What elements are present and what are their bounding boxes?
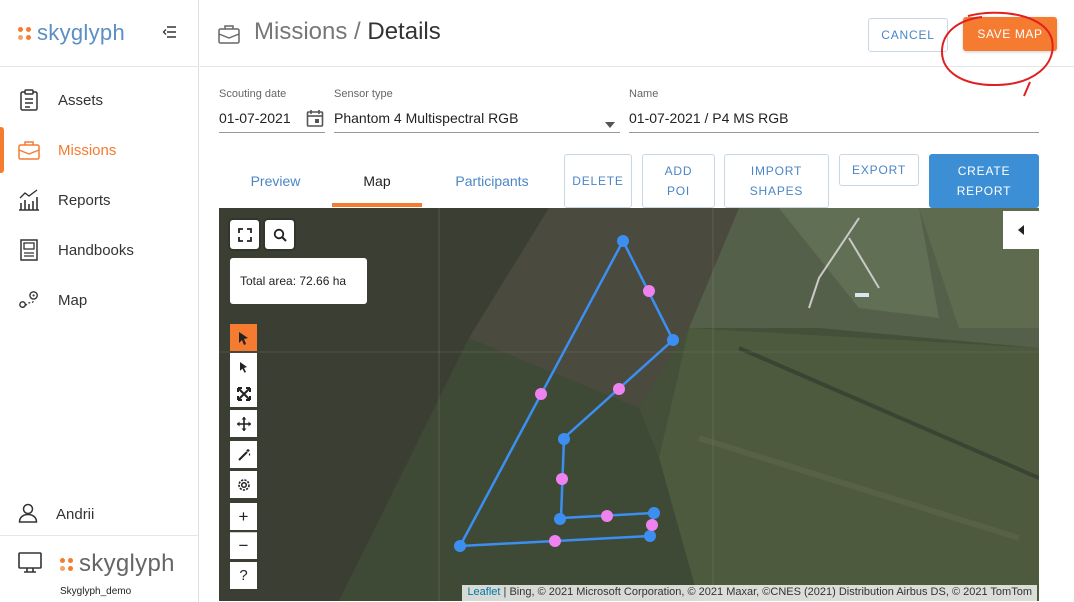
- search-icon: [273, 228, 287, 242]
- sidebar-logo: skyglyph: [0, 0, 198, 67]
- import-shapes-label-line2: SHAPES: [749, 184, 804, 198]
- sidebar-item-missions[interactable]: Missions: [0, 125, 198, 175]
- add-poi-button[interactable]: ADD POI: [642, 154, 715, 208]
- gear-icon: [237, 478, 250, 491]
- import-shapes-label-line1: IMPORT: [750, 164, 803, 178]
- page-header: Missions / Details CANCEL SAVE MAP: [200, 0, 1074, 67]
- logo-mark: [18, 26, 31, 40]
- briefcase-icon: [18, 139, 40, 161]
- scouting-date-label: Scouting date: [219, 88, 287, 100]
- export-button[interactable]: EXPORT: [839, 154, 919, 186]
- sensor-type-underline: [334, 132, 620, 133]
- tab-map[interactable]: Map: [332, 155, 422, 207]
- name-field[interactable]: 01-07-2021 / P4 MS RGB: [629, 110, 789, 126]
- zoom-out-label: −: [238, 536, 249, 555]
- cursor-icon: [238, 331, 248, 345]
- sidebar-item-assets[interactable]: Assets: [0, 75, 198, 125]
- bottom-brand: skyglyph Skyglyph_demo: [0, 540, 199, 602]
- user-name: Andrii: [56, 506, 95, 523]
- breadcrumb-parent[interactable]: Missions: [254, 18, 347, 45]
- fullscreen-icon: [237, 227, 252, 242]
- user-icon: [18, 503, 40, 527]
- logo-text: skyglyph: [79, 550, 175, 577]
- sidebar-item-map[interactable]: Map: [0, 275, 198, 325]
- create-report-button[interactable]: CREATE REPORT: [929, 154, 1039, 208]
- magic-wand-icon: [237, 448, 250, 461]
- fullscreen-button[interactable]: [230, 220, 259, 249]
- chevron-left-icon: [1018, 225, 1024, 235]
- save-map-button[interactable]: SAVE MAP: [963, 17, 1057, 51]
- sidebar-item-label: Map: [58, 291, 88, 309]
- tab-participants[interactable]: Participants: [422, 155, 562, 207]
- name-label: Name: [629, 88, 659, 100]
- clipboard-icon: [18, 89, 40, 111]
- sidebar-item-handbooks[interactable]: Handbooks: [0, 225, 198, 275]
- total-area-text: Total area: 72.66 ha: [240, 274, 347, 288]
- collapse-menu-icon[interactable]: [162, 24, 178, 40]
- monitor-icon: [18, 552, 42, 579]
- bottom-logo: skyglyph: [60, 550, 175, 578]
- sidebar-item-label: Handbooks: [58, 241, 134, 259]
- export-button-label: EXPORT: [852, 163, 906, 177]
- create-report-label-line1: CREATE: [957, 164, 1011, 178]
- scouting-date-underline: [219, 132, 325, 133]
- add-poi-label-line1: ADD: [664, 164, 693, 178]
- help-label: ?: [239, 567, 248, 584]
- sidebar-item-reports[interactable]: Reports: [0, 175, 198, 225]
- pointer-icon: [239, 361, 247, 373]
- logo-text: skyglyph: [37, 20, 125, 45]
- help-button[interactable]: ?: [230, 562, 257, 589]
- leaflet-link[interactable]: Leaflet: [467, 586, 500, 598]
- map-panel-toggle[interactable]: [1003, 211, 1039, 249]
- sidebar-nav: Assets Missions Reports Handbooks Map: [0, 67, 198, 325]
- expand-icon: [236, 386, 251, 401]
- name-underline: [629, 132, 1039, 133]
- zoom-out-button[interactable]: −: [230, 532, 257, 559]
- map-search-button[interactable]: [265, 220, 294, 249]
- sidebar-item-label: Assets: [58, 91, 104, 109]
- scale-tool-button[interactable]: [230, 380, 257, 407]
- account-caption: Skyglyph_demo: [60, 586, 132, 597]
- add-poi-label-line2: POI: [666, 184, 691, 198]
- briefcase-icon: [218, 24, 240, 49]
- create-report-label-line2: REPORT: [956, 184, 1012, 198]
- user-profile[interactable]: Andrii: [0, 494, 199, 536]
- import-shapes-button[interactable]: IMPORT SHAPES: [724, 154, 829, 208]
- sensor-type-select[interactable]: Phantom 4 Multispectral RGB: [334, 110, 518, 126]
- select-tool-button[interactable]: [230, 324, 257, 351]
- delete-button[interactable]: DELETE: [564, 154, 632, 208]
- sidebar-item-label: Missions: [58, 141, 117, 159]
- tab-preview[interactable]: Preview: [219, 155, 332, 207]
- magic-wand-tool-button[interactable]: [230, 441, 257, 468]
- move-tool-button[interactable]: [230, 410, 257, 437]
- map-pin-icon: [18, 289, 40, 311]
- calendar-icon[interactable]: [306, 109, 324, 132]
- total-area-box: Total area: 72.66 ha: [230, 258, 367, 304]
- settings-tool-button[interactable]: [230, 471, 257, 498]
- book-icon: [18, 239, 40, 261]
- map-view[interactable]: Total area: 72.66 ha + − ? Leaflet | Bin…: [219, 208, 1039, 601]
- logo-mark: [60, 557, 73, 571]
- cancel-button[interactable]: CANCEL: [868, 18, 948, 52]
- zoom-in-button[interactable]: +: [230, 503, 257, 530]
- breadcrumb: Missions / Details: [254, 18, 441, 46]
- move-icon: [236, 416, 251, 431]
- polygon-midpoints[interactable]: [535, 285, 658, 547]
- attribution-text: | Bing, © 2021 Microsoft Corporation, © …: [500, 586, 1032, 598]
- chart-icon: [18, 189, 40, 211]
- page-title: Details: [367, 18, 441, 45]
- scouting-date-field[interactable]: 01-07-2021: [219, 110, 291, 126]
- chevron-down-icon[interactable]: [605, 115, 615, 133]
- sensor-type-label: Sensor type: [334, 88, 393, 100]
- breadcrumb-separator: /: [347, 18, 368, 45]
- delete-button-label: DELETE: [572, 174, 624, 188]
- map-attribution: Leaflet | Bing, © 2021 Microsoft Corpora…: [462, 585, 1037, 601]
- sidebar: skyglyph Assets Missions Reports Handboo…: [0, 0, 199, 602]
- direct-select-tool-button[interactable]: [230, 353, 257, 380]
- sidebar-item-label: Reports: [58, 191, 111, 209]
- zoom-in-label: +: [238, 506, 249, 526]
- app-root: skyglyph Assets Missions Reports Handboo…: [0, 0, 1074, 602]
